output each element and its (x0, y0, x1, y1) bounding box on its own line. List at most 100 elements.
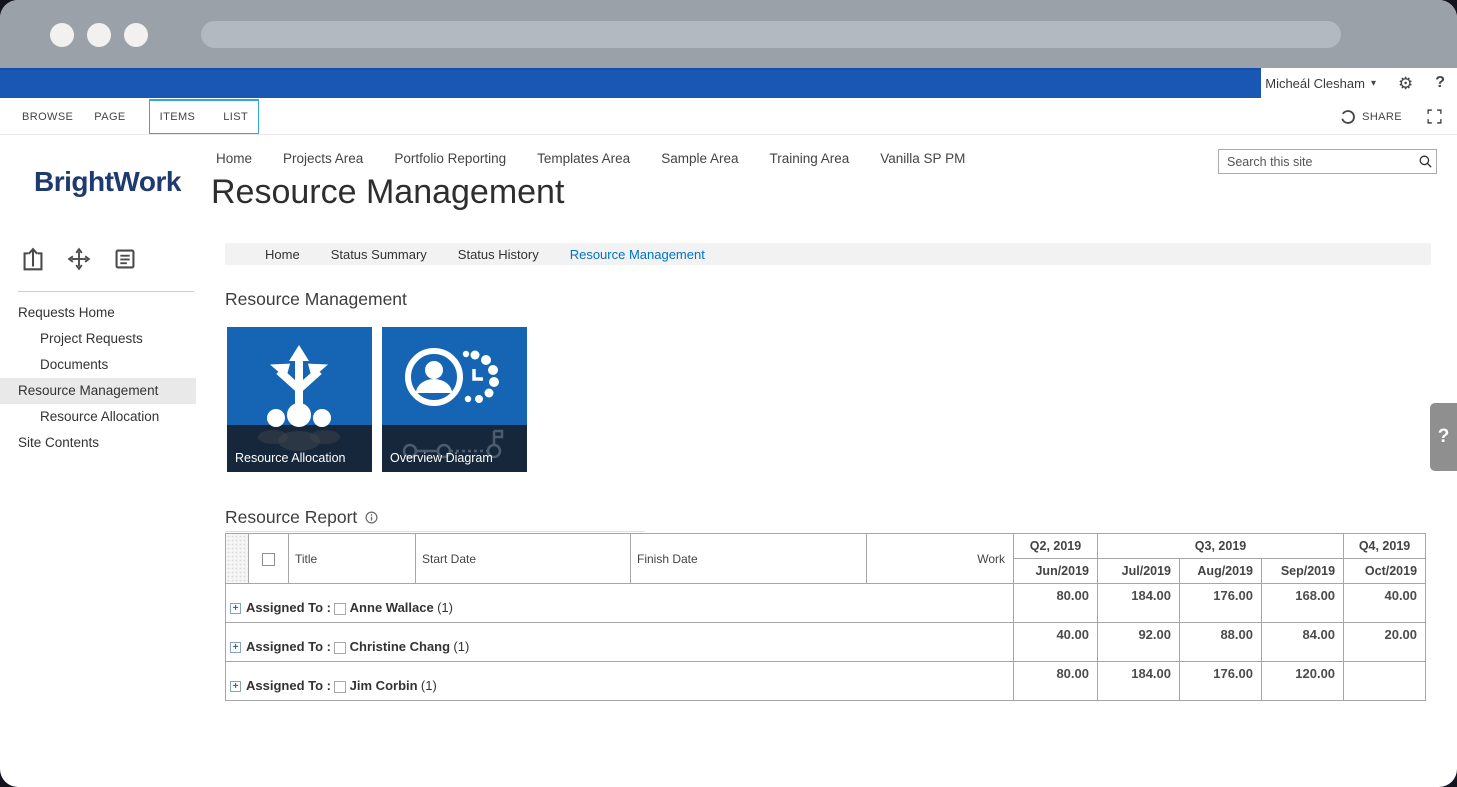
move-icon[interactable] (62, 242, 96, 276)
nav-vanilla-sp-pm[interactable]: Vanilla SP PM (880, 151, 965, 166)
select-all-checkbox[interactable] (262, 553, 275, 566)
assignee-name[interactable]: Jim Corbin (350, 678, 418, 693)
suite-bar-blue-strip (0, 68, 1261, 98)
group-prefix: Assigned To : (246, 600, 331, 615)
sidebar-item-project-requests[interactable]: Project Requests (0, 326, 210, 352)
nav-templates-area[interactable]: Templates Area (537, 151, 630, 166)
table-row: + Assigned To : Anne Wallace (1) 80.00 18… (226, 584, 1426, 623)
focus-mode-icon[interactable] (1426, 108, 1443, 125)
group-count: (1) (437, 600, 453, 615)
subnav-status-summary[interactable]: Status Summary (331, 247, 427, 262)
gear-icon[interactable]: ⚙ (1398, 75, 1413, 92)
nav-sample-area[interactable]: Sample Area (661, 151, 738, 166)
window-control-icon[interactable] (50, 23, 74, 47)
nav-home[interactable]: Home (216, 151, 252, 166)
sidebar-item-resource-allocation[interactable]: Resource Allocation (0, 404, 210, 430)
work-value: 168.00 (1262, 584, 1344, 623)
quarter-header-q2: Q2, 2019 (1014, 534, 1098, 559)
work-value: 40.00 (1014, 623, 1098, 662)
row-checkbox[interactable] (334, 642, 346, 654)
row-checkbox[interactable] (334, 681, 346, 693)
sidebar-item-documents[interactable]: Documents (0, 352, 210, 378)
ribbon-contextual-group: ITEMS LIST (149, 99, 259, 134)
window-control-icon[interactable] (124, 23, 148, 47)
subnav-resource-management[interactable]: Resource Management (570, 247, 705, 262)
expand-all-column-header[interactable] (226, 534, 249, 584)
tab-items[interactable]: ITEMS (160, 111, 196, 123)
work-value: 84.00 (1262, 623, 1344, 662)
work-value: 184.00 (1098, 662, 1180, 701)
expand-group-icon[interactable]: + (230, 642, 241, 653)
url-bar[interactable] (201, 21, 1341, 48)
user-name: Micheál Clesham (1265, 76, 1365, 91)
group-count: (1) (453, 639, 469, 654)
tile-overview-diagram[interactable]: Overview Diagram (382, 327, 527, 472)
resource-report-table: Title Start Date Finish Date Work Q2, 20… (225, 533, 1426, 701)
month-header: Jun/2019 (1014, 559, 1098, 584)
work-value: 80.00 (1014, 662, 1098, 701)
list-view-icon[interactable] (108, 242, 142, 276)
nav-projects-area[interactable]: Projects Area (283, 151, 363, 166)
search-input[interactable] (1219, 155, 1414, 169)
sidebar-quick-actions (16, 242, 142, 276)
brightwork-logo[interactable]: BrightWork (34, 166, 181, 198)
expand-group-icon[interactable]: + (230, 603, 241, 614)
expand-group-icon[interactable]: + (230, 681, 241, 692)
help-side-tab[interactable]: ? (1430, 403, 1457, 471)
work-value: 80.00 (1014, 584, 1098, 623)
table-row: + Assigned To : Jim Corbin (1) 80.00 184.… (226, 662, 1426, 701)
browser-chrome (0, 0, 1457, 68)
sidebar-item-resource-management[interactable]: Resource Management (0, 378, 196, 404)
work-value: 184.00 (1098, 584, 1180, 623)
tab-list[interactable]: LIST (223, 111, 248, 123)
tab-page[interactable]: PAGE (94, 111, 146, 123)
chevron-down-icon: ▾ (1371, 78, 1376, 89)
sidebar-divider (18, 291, 194, 292)
report-underline (225, 531, 645, 532)
window-control-icon[interactable] (87, 23, 111, 47)
user-menu[interactable]: Micheál Clesham ▾ (1265, 76, 1376, 91)
tab-browse[interactable]: BROWSE (22, 111, 94, 123)
table-row: + Assigned To : Christine Chang (1) 40.00… (226, 623, 1426, 662)
work-value: 176.00 (1180, 662, 1262, 701)
group-prefix: Assigned To : (246, 639, 331, 654)
suite-bar: Micheál Clesham ▾ ⚙ ? (0, 68, 1457, 98)
share-button[interactable]: SHARE (1340, 109, 1402, 125)
nav-portfolio-reporting[interactable]: Portfolio Reporting (394, 151, 506, 166)
assignee-name[interactable]: Christine Chang (350, 639, 450, 654)
group-count: (1) (421, 678, 437, 693)
row-checkbox[interactable] (334, 603, 346, 615)
nav-training-area[interactable]: Training Area (769, 151, 849, 166)
report-heading: Resource Report (225, 507, 379, 528)
month-header: Sep/2019 (1262, 559, 1344, 584)
section-heading: Resource Management (225, 289, 407, 310)
group-prefix: Assigned To : (246, 678, 331, 693)
tile-label: Overview Diagram (390, 451, 493, 465)
month-header: Jul/2019 (1098, 559, 1180, 584)
quarter-header-q3: Q3, 2019 (1098, 534, 1344, 559)
info-icon[interactable] (364, 510, 379, 525)
work-value: 40.00 (1344, 584, 1426, 623)
sidebar-navigation: Requests Home Project Requests Documents… (0, 300, 210, 456)
work-value (1344, 662, 1426, 701)
tile-resource-allocation[interactable]: Resource Allocation (227, 327, 372, 472)
column-header-title[interactable]: Title (289, 534, 416, 584)
subnav-home[interactable]: Home (265, 247, 300, 262)
sidebar-item-site-contents[interactable]: Site Contents (0, 430, 210, 456)
column-header-work[interactable]: Work (867, 534, 1014, 584)
work-value: 92.00 (1098, 623, 1180, 662)
assignee-name[interactable]: Anne Wallace (350, 600, 434, 615)
page-title: Resource Management (211, 173, 564, 212)
select-all-column-header (249, 534, 289, 584)
subnav-status-history[interactable]: Status History (458, 247, 539, 262)
column-header-finish-date[interactable]: Finish Date (631, 534, 867, 584)
share-icon (1340, 109, 1356, 125)
column-header-start-date[interactable]: Start Date (416, 534, 631, 584)
search-icon[interactable] (1414, 154, 1436, 169)
sidebar-item-requests-home[interactable]: Requests Home (0, 300, 210, 326)
month-header: Oct/2019 (1344, 559, 1426, 584)
tile-label: Resource Allocation (235, 451, 345, 465)
help-icon[interactable]: ? (1435, 74, 1445, 92)
export-icon[interactable] (16, 242, 50, 276)
share-label: SHARE (1362, 111, 1402, 123)
